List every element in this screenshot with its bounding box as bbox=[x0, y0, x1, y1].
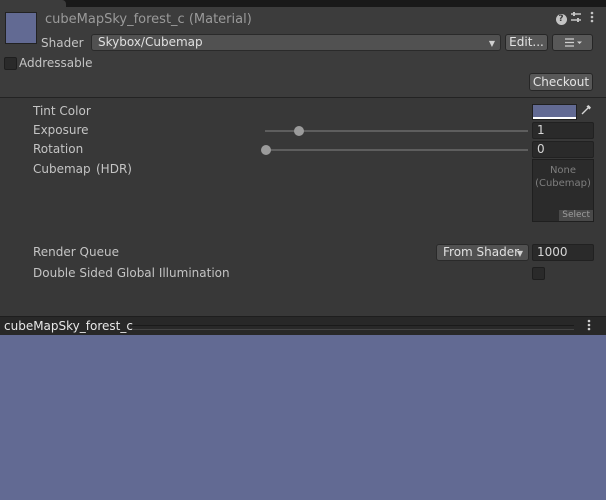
kebab-menu-icon[interactable] bbox=[585, 11, 599, 25]
cubemap-object-field[interactable]: None (Cubemap) Select bbox=[532, 159, 594, 222]
material-preview-area[interactable] bbox=[0, 335, 606, 500]
render-queue-label: Render Queue bbox=[33, 245, 119, 259]
rotation-label: Rotation bbox=[33, 142, 84, 156]
list-menu-button[interactable] bbox=[552, 34, 593, 51]
render-queue-dropdown[interactable]: From Shader ▼ bbox=[436, 244, 529, 261]
addressable-checkbox[interactable] bbox=[4, 57, 17, 70]
rotation-slider-thumb[interactable] bbox=[261, 145, 271, 155]
cubemap-hdr-tag: (HDR) bbox=[96, 162, 132, 176]
double-sided-gi-label: Double Sided Global Illumination bbox=[33, 266, 230, 280]
eyedropper-icon[interactable] bbox=[579, 104, 593, 120]
double-sided-gi-checkbox[interactable] bbox=[532, 267, 545, 280]
preview-drag-handle[interactable] bbox=[132, 325, 574, 330]
preview-title: cubeMapSky_forest_c bbox=[4, 319, 133, 333]
exposure-slider-track[interactable] bbox=[265, 130, 528, 132]
tint-color-label: Tint Color bbox=[33, 104, 91, 118]
cubemap-select-button[interactable]: Select bbox=[559, 210, 593, 221]
list-menu-icon bbox=[564, 38, 582, 47]
preset-sliders-icon[interactable] bbox=[569, 11, 583, 25]
render-queue-input[interactable]: 1000 bbox=[532, 244, 594, 261]
rotation-slider-track[interactable] bbox=[265, 149, 528, 151]
rotation-input[interactable]: 0 bbox=[532, 141, 594, 158]
shader-dropdown-value: Skybox/Cubemap bbox=[98, 35, 203, 49]
inspector-tab[interactable] bbox=[0, 0, 66, 7]
edit-shader-button[interactable]: Edit... bbox=[505, 34, 548, 51]
exposure-slider-thumb[interactable] bbox=[293, 126, 304, 136]
tint-alpha-bar bbox=[533, 117, 576, 119]
exposure-label: Exposure bbox=[33, 123, 89, 137]
checkout-button[interactable]: Checkout bbox=[529, 73, 593, 91]
render-queue-mode: From Shader bbox=[443, 245, 520, 259]
window-tab-strip bbox=[0, 0, 606, 7]
chevron-down-icon: ▼ bbox=[516, 249, 523, 258]
addressable-label: Addressable bbox=[19, 56, 93, 70]
tint-color-field[interactable] bbox=[532, 104, 577, 120]
cubemap-label: Cubemap bbox=[33, 162, 91, 176]
material-title: cubeMapSky_forest_c (Material) bbox=[45, 12, 252, 27]
preview-header[interactable]: cubeMapSky_forest_c bbox=[0, 316, 606, 335]
cubemap-none-text: None (Cubemap) bbox=[535, 165, 591, 189]
exposure-input[interactable]: 1 bbox=[532, 122, 594, 139]
kebab-menu-icon[interactable] bbox=[587, 319, 591, 334]
material-preview-swatch bbox=[5, 12, 37, 44]
chevron-down-icon: ▼ bbox=[488, 39, 495, 48]
help-icon[interactable]: ? bbox=[554, 11, 568, 25]
shader-label: Shader bbox=[41, 36, 84, 50]
shader-dropdown[interactable]: Skybox/Cubemap ▼ bbox=[91, 34, 501, 51]
